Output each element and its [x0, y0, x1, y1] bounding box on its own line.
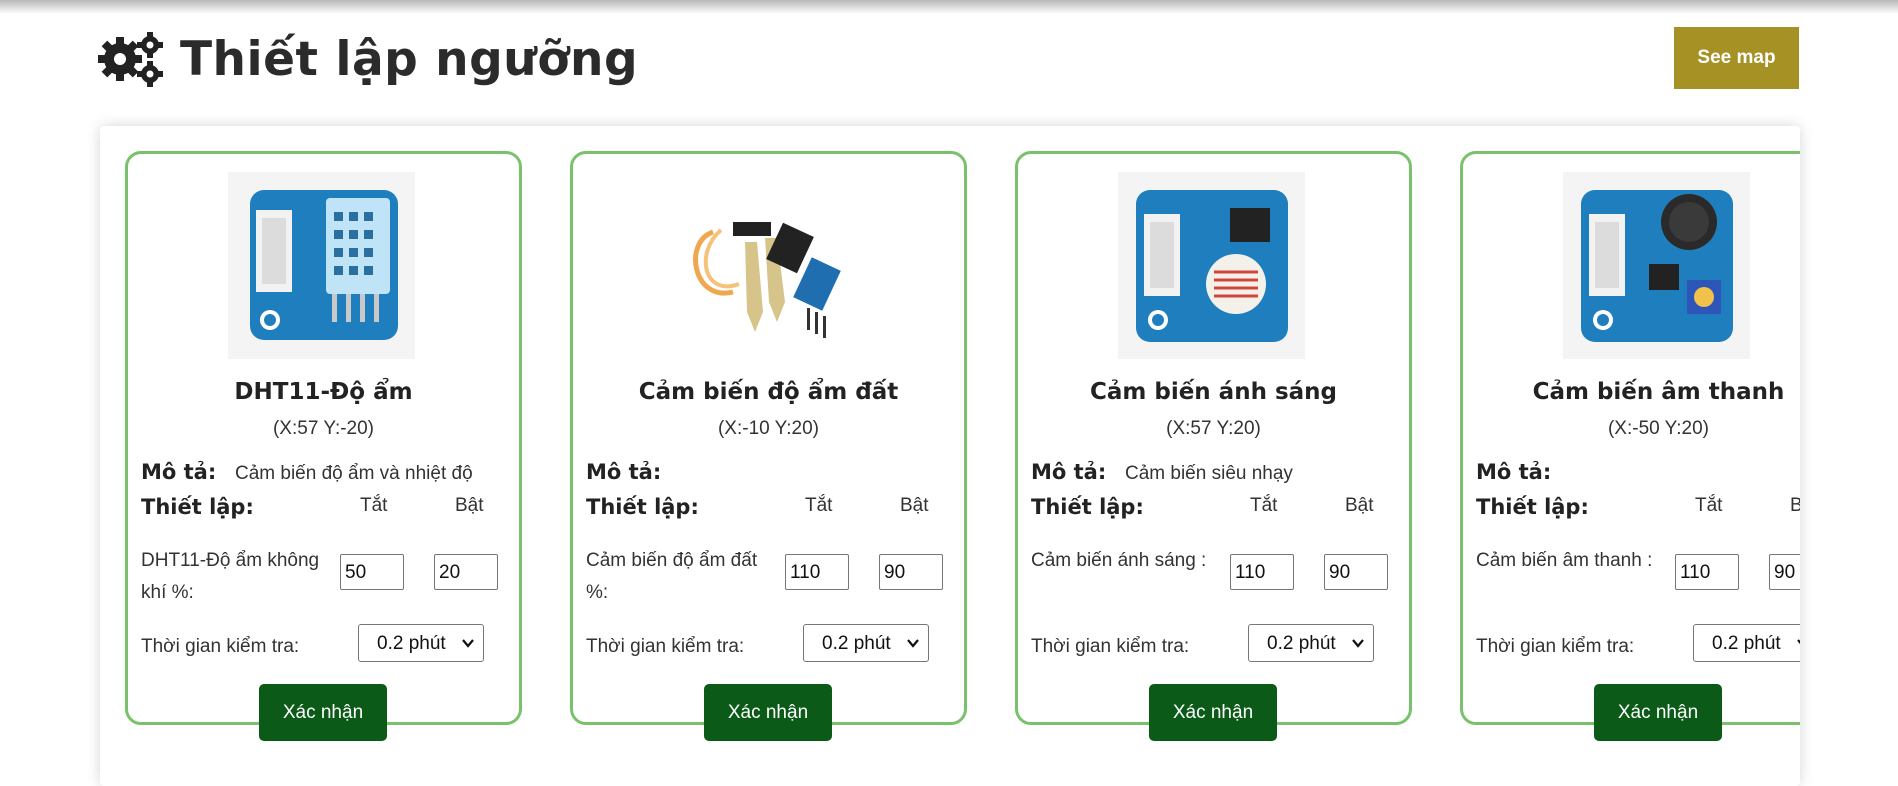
description-label: Mô tả:: [1476, 460, 1552, 484]
page-header: Thiết lập ngưỡng: [98, 26, 638, 92]
check-interval-value: 0.2 phút: [377, 633, 446, 654]
check-interval-select[interactable]: 0.2 phút: [358, 624, 484, 662]
see-map-button[interactable]: See map: [1674, 27, 1799, 89]
check-time-label: Thời gian kiểm tra:: [141, 636, 300, 657]
off-threshold-input[interactable]: 110: [1675, 554, 1739, 590]
sensor-coordinates: (X:-10 Y:20): [717, 418, 820, 439]
threshold-label: Cảm biến độ ẩm đất %:: [586, 550, 758, 603]
chevron-down-icon: [462, 639, 474, 648]
chevron-down-icon: [907, 639, 919, 648]
off-threshold-input[interactable]: 50: [340, 554, 404, 590]
on-column-label: Bật: [455, 495, 484, 516]
check-time-label: Thời gian kiểm tra:: [586, 636, 745, 657]
sensor-card: Cảm biến độ ẩm đất (X:-10 Y:20) Mô tả: T…: [570, 151, 967, 741]
confirm-button[interactable]: Xác nhận: [259, 684, 387, 741]
on-threshold-input[interactable]: 90: [1324, 554, 1388, 590]
check-interval-select[interactable]: 0.2 phút: [1248, 624, 1374, 662]
sensor-name: DHT11-Độ ẩm: [234, 379, 413, 405]
description-text: Cảm biến độ ẩm và nhiệt độ: [235, 463, 473, 484]
sensor-card: DHT11-Độ ẩm (X:57 Y:-20) Mô tả: Cảm biến…: [125, 151, 522, 741]
check-time-label: Thời gian kiểm tra:: [1031, 636, 1190, 657]
check-time-label: Thời gian kiểm tra:: [1476, 636, 1635, 657]
threshold-label: DHT11-Độ ẩm không khí %:: [141, 550, 320, 603]
description-label: Mô tả:: [586, 460, 662, 484]
confirm-button[interactable]: Xác nhận: [704, 684, 832, 741]
description-label: Mô tả:: [141, 460, 217, 484]
sensor-coordinates: (X:-50 Y:20): [1607, 418, 1710, 439]
sensor-panel: DHT11-Độ ẩm (X:57 Y:-20) Mô tả: Cảm biến…: [100, 126, 1800, 786]
dht11-sensor-image: [228, 172, 415, 359]
gears-icon: [98, 32, 163, 87]
soil-moisture-sensor-image: [673, 172, 860, 359]
check-interval-value: 0.2 phút: [822, 633, 891, 654]
top-bar-shadow: [0, 0, 1898, 14]
sensor-coordinates: (X:57 Y:20): [1166, 418, 1261, 439]
threshold-label: Cảm biến âm thanh :: [1476, 550, 1653, 571]
check-interval-select[interactable]: 0.2 phút: [803, 624, 929, 662]
off-column-label: Tắt: [360, 495, 388, 516]
chevron-down-icon: [1352, 639, 1364, 648]
sound-sensor-image: [1563, 172, 1750, 359]
off-threshold-input[interactable]: 110: [785, 554, 849, 590]
threshold-label: Cảm biến ánh sáng :: [1031, 550, 1207, 571]
on-column-label: Bật: [900, 495, 929, 516]
sensor-name: Cảm biến ánh sáng: [1089, 379, 1338, 405]
description-text: Cảm biến siêu nhạy: [1125, 463, 1293, 484]
description-label: Mô tả:: [1031, 460, 1107, 484]
setting-label: Thiết lập:: [1031, 495, 1144, 519]
off-threshold-input[interactable]: 110: [1230, 554, 1294, 590]
sensor-card: Cảm biến âm thanh (X:-50 Y:20) Mô tả: Th…: [1460, 151, 1800, 741]
check-interval-value: 0.2 phút: [1267, 633, 1336, 654]
setting-label: Thiết lập:: [141, 495, 254, 519]
off-column-label: Tắt: [1250, 495, 1278, 516]
on-threshold-input[interactable]: 20: [434, 554, 498, 590]
sensor-card: Cảm biến ánh sáng (X:57 Y:20) Mô tả: Cảm…: [1015, 151, 1412, 741]
on-column-label: Bật: [1345, 495, 1374, 516]
sensor-name: Cảm biến độ ẩm đất: [638, 379, 899, 405]
setting-label: Thiết lập:: [1476, 495, 1589, 519]
check-interval-select[interactable]: 0.2 phút: [1693, 624, 1800, 662]
on-threshold-input[interactable]: 90: [879, 554, 943, 590]
confirm-button[interactable]: Xác nhận: [1149, 684, 1277, 741]
page-title: Thiết lập ngưỡng: [180, 31, 639, 87]
sensor-coordinates: (X:57 Y:-20): [272, 418, 375, 439]
light-sensor-image: [1118, 172, 1305, 359]
off-column-label: Tắt: [805, 495, 833, 516]
chevron-down-icon: [1797, 639, 1800, 645]
confirm-button[interactable]: Xác nhận: [1594, 684, 1722, 741]
off-column-label: Tắt: [1695, 495, 1723, 516]
setting-label: Thiết lập:: [586, 495, 699, 519]
check-interval-value: 0.2 phút: [1712, 633, 1781, 654]
on-threshold-input[interactable]: 90: [1769, 554, 1800, 590]
on-column-label: Bật: [1790, 495, 1800, 516]
sensor-name: Cảm biến âm thanh: [1532, 379, 1785, 405]
